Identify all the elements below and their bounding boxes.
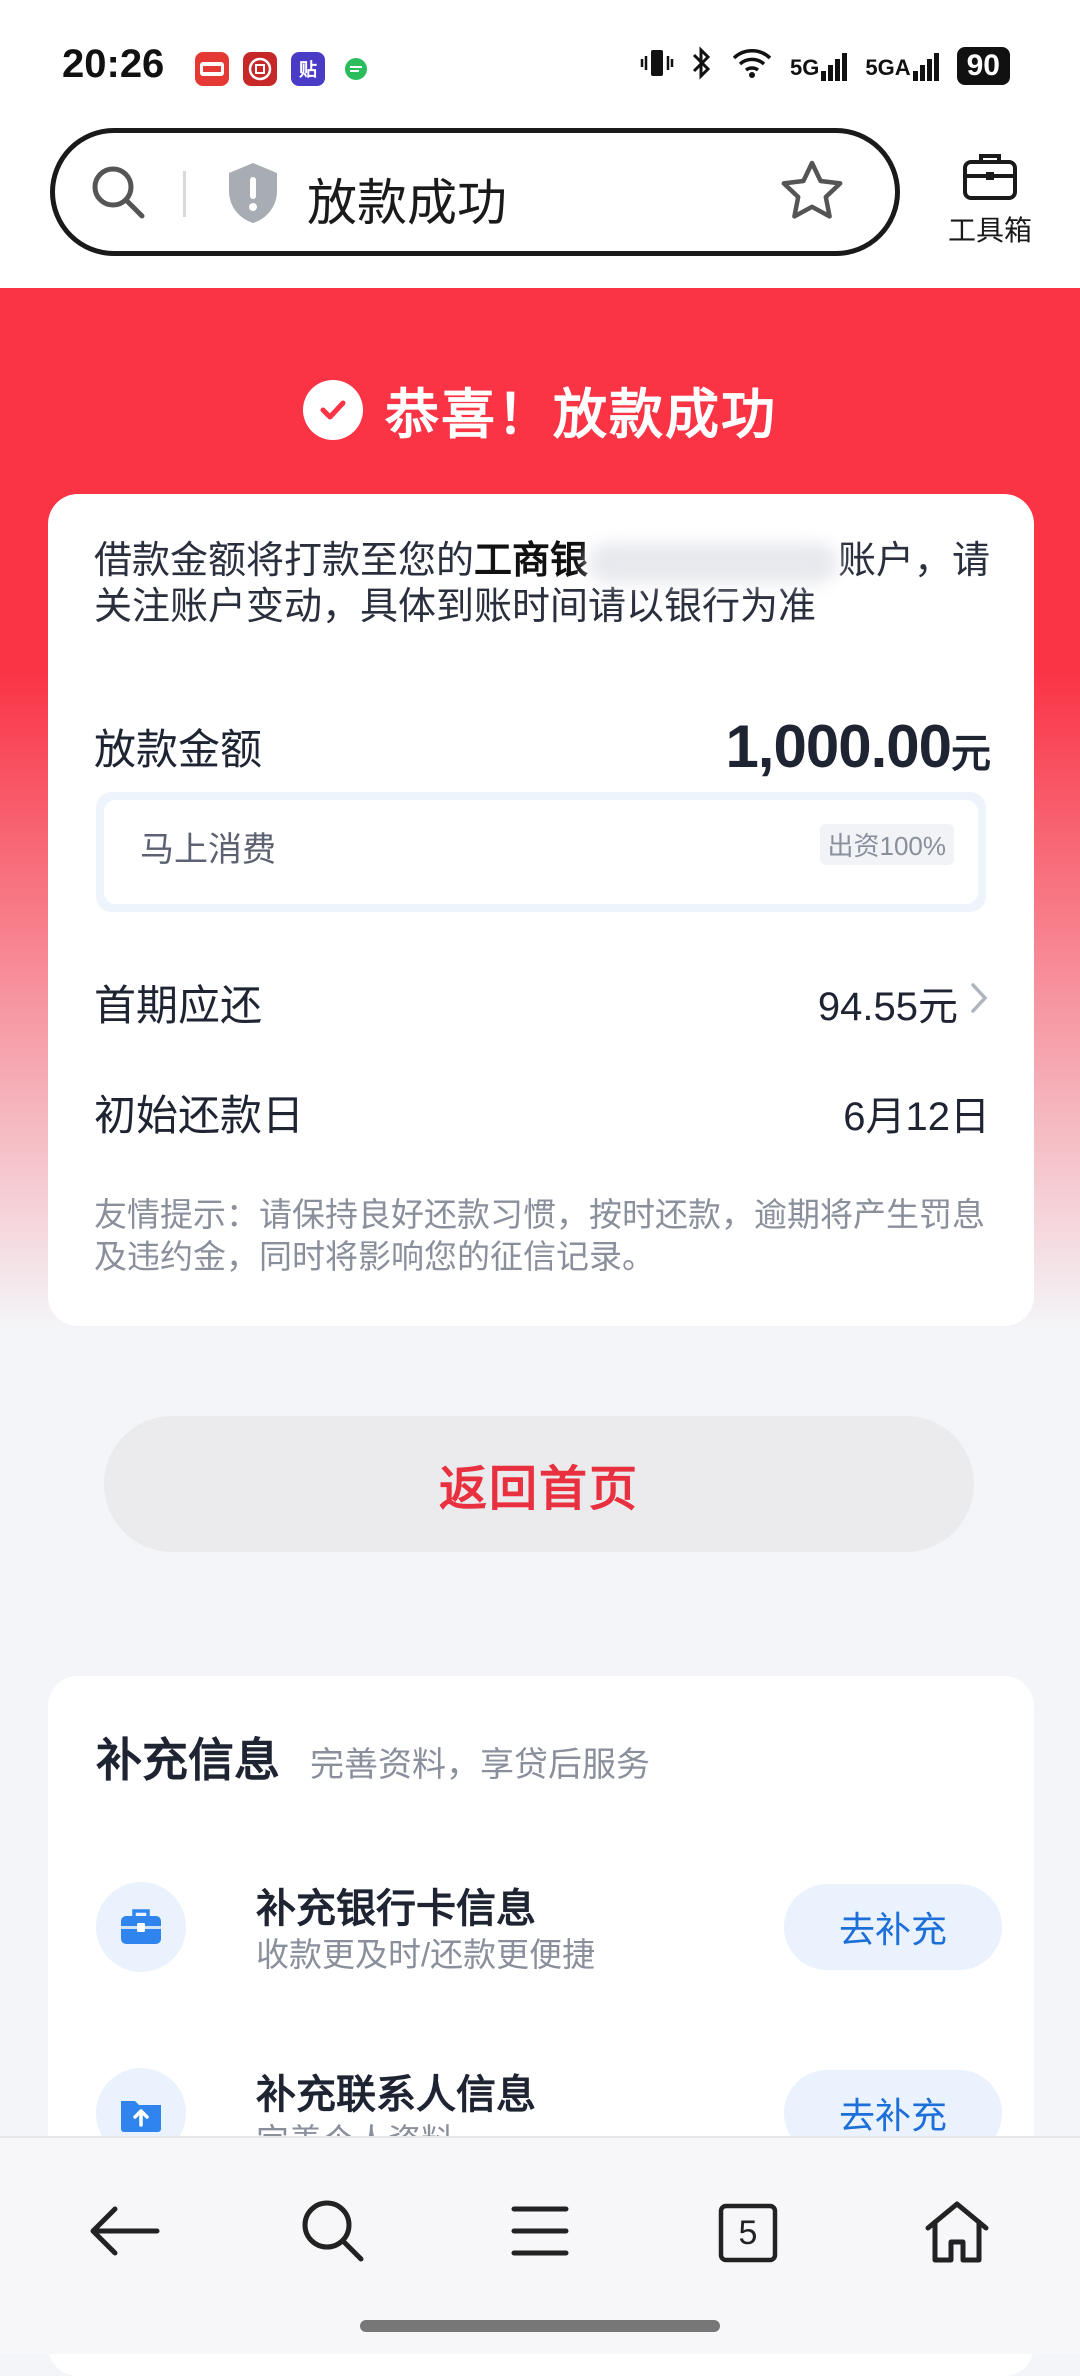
masked-account-number bbox=[588, 542, 839, 583]
page-title[interactable]: 放款成功 bbox=[307, 163, 507, 235]
contact-item-title: 补充联系人信息 bbox=[256, 2073, 536, 2117]
chat-app-icon bbox=[339, 52, 373, 86]
vibrate-icon bbox=[640, 46, 674, 85]
signal-1-label: 5G bbox=[790, 54, 820, 80]
home-icon bbox=[922, 2198, 992, 2269]
return-home-button[interactable]: 返回首页 bbox=[104, 1416, 974, 1552]
success-header: 恭喜！放款成功 bbox=[0, 370, 1080, 449]
bank-card-item-subtitle: 收款更及时/还款更便捷 bbox=[256, 1936, 596, 1973]
bank-name: 工商银 bbox=[474, 540, 589, 582]
cell-signal-1: 5G bbox=[790, 51, 849, 81]
bank-app-icon bbox=[243, 52, 277, 86]
supplement-title: 补充信息 bbox=[96, 1734, 280, 1786]
supplement-header: 补充信息 完善资料，享贷后服务 bbox=[96, 1724, 650, 1790]
check-circle-icon bbox=[303, 379, 363, 440]
lender-box: 马上消费 出资100% bbox=[96, 792, 986, 912]
back-arrow-icon bbox=[85, 2201, 161, 2266]
status-bar: 20:26 贴 5G 5GA 90 bbox=[0, 0, 1080, 130]
bank-card-item-title: 补充银行卡信息 bbox=[256, 1887, 536, 1931]
supplement-item-bank-card[interactable]: 补充银行卡信息 收款更及时/还款更便捷 去补充 bbox=[96, 1876, 1002, 1976]
amount-number: 1,000.00 bbox=[725, 713, 952, 780]
amount-value: 1,000.00元 bbox=[725, 712, 991, 781]
bluetooth-icon bbox=[690, 46, 714, 85]
lender-name: 马上消费 bbox=[140, 831, 276, 869]
shopping-app-icon bbox=[195, 52, 229, 86]
home-button[interactable] bbox=[912, 2188, 1002, 2278]
menu-icon bbox=[510, 2201, 570, 2266]
toolbox-icon bbox=[961, 154, 1019, 206]
status-time: 20:26 bbox=[62, 42, 165, 86]
search-nav-icon bbox=[298, 2196, 368, 2271]
cell-signal-2: 5GA bbox=[865, 51, 940, 81]
supplement-bank-card-button[interactable]: 去补充 bbox=[784, 1884, 1002, 1970]
signal-bars-1-icon bbox=[821, 52, 848, 81]
briefcase-icon bbox=[96, 1882, 186, 1972]
menu-button[interactable] bbox=[495, 2188, 585, 2278]
toolbox-label: 工具箱 bbox=[947, 215, 1032, 246]
battery-level: 90 bbox=[956, 46, 1010, 85]
bookmark-star-icon[interactable] bbox=[777, 157, 847, 232]
start-date-value: 6月12日 bbox=[843, 1094, 990, 1139]
toolbox-button[interactable]: 工具箱 bbox=[935, 150, 1045, 249]
lender-inner: 马上消费 出资100% bbox=[104, 800, 978, 904]
first-payment-label: 首期应还 bbox=[94, 982, 263, 1029]
back-button[interactable] bbox=[78, 2188, 168, 2278]
first-payment-value: 94.55元 bbox=[817, 984, 958, 1029]
lender-ratio-badge: 出资100% bbox=[819, 824, 954, 865]
chevron-right-icon bbox=[968, 980, 990, 1026]
status-app-icons: 贴 bbox=[195, 52, 373, 86]
first-payment-row[interactable]: 首期应还 94.55元 bbox=[94, 972, 990, 1033]
notice-text-before: 借款金额将打款至您的 bbox=[94, 540, 475, 582]
address-divider bbox=[183, 171, 186, 217]
friendly-tip: 友情提示：请保持良好还款习惯，按时还款，逾期将产生罚息及违约金，同时将影响您的征… bbox=[94, 1196, 985, 1275]
start-date-row: 初始还款日 6月12日 bbox=[94, 1082, 990, 1143]
wifi-icon bbox=[730, 46, 774, 85]
address-bar[interactable]: 放款成功 bbox=[50, 128, 900, 256]
tabs-icon: 5 bbox=[718, 2203, 778, 2263]
amount-row: 放款金额 1,000.00元 bbox=[94, 712, 991, 781]
status-right: 5G 5GA 90 bbox=[640, 46, 1010, 85]
supplement-subtitle: 完善资料，享贷后服务 bbox=[310, 1746, 650, 1784]
disbursement-notice: 借款金额将打款至您的工商银 账户，请关注账户变动，具体到账时间请以银行为准 bbox=[94, 538, 994, 630]
browser-bottom-nav: 5 bbox=[0, 2136, 1080, 2354]
search-icon[interactable] bbox=[85, 159, 153, 232]
tabs-count: 5 bbox=[738, 2214, 758, 2252]
amount-label: 放款金额 bbox=[94, 726, 263, 773]
start-date-label: 初始还款日 bbox=[94, 1092, 305, 1139]
tabs-button[interactable]: 5 bbox=[703, 2188, 793, 2278]
signal-2-label: 5GA bbox=[865, 54, 911, 80]
loan-detail-card: 借款金额将打款至您的工商银 账户，请关注账户变动，具体到账时间请以银行为准 放款金… bbox=[48, 494, 1034, 1326]
search-nav-button[interactable] bbox=[288, 2188, 378, 2278]
security-warning-icon[interactable] bbox=[223, 159, 283, 232]
tieba-app-icon: 贴 bbox=[291, 52, 325, 86]
browser-topbar: 放款成功 工具箱 bbox=[0, 120, 1080, 288]
first-payment-value-wrap[interactable]: 94.55元 bbox=[818, 974, 990, 1032]
success-title: 恭喜！放款成功 bbox=[385, 385, 777, 445]
gesture-home-indicator[interactable] bbox=[360, 2320, 720, 2332]
signal-bars-2-icon bbox=[912, 52, 939, 81]
amount-unit: 元 bbox=[951, 732, 991, 776]
